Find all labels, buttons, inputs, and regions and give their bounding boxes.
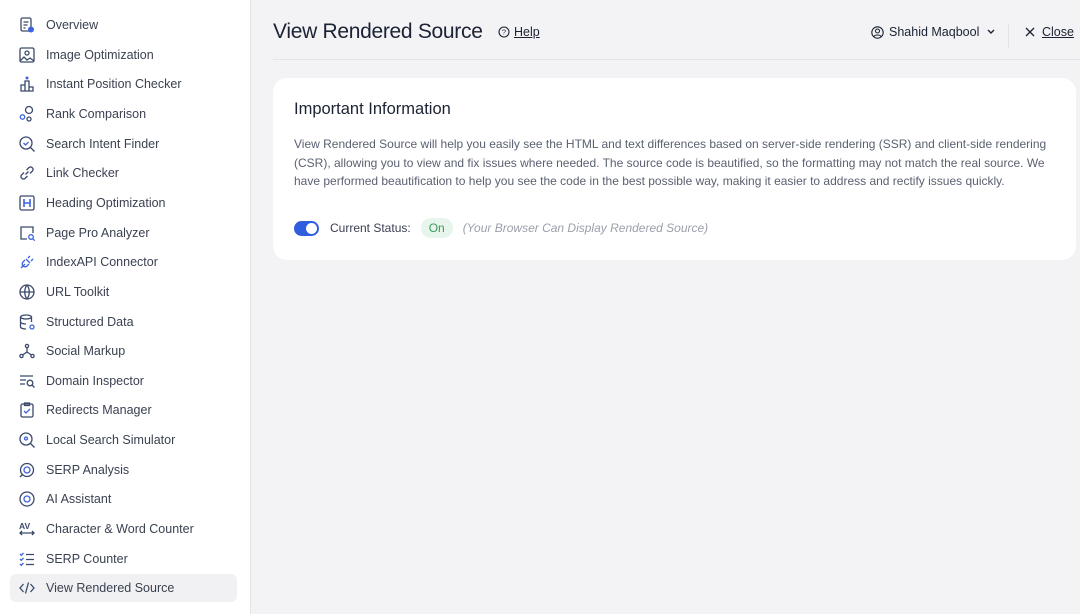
help-link[interactable]: ? Help	[498, 25, 540, 39]
help-label: Help	[514, 25, 540, 39]
svg-text:?: ?	[502, 28, 506, 37]
header-divider	[273, 59, 1080, 60]
card-title: Important Information	[294, 100, 451, 118]
podium-icon	[18, 75, 36, 93]
status-label: Current Status:	[330, 221, 411, 235]
page-title: View Rendered Source	[273, 20, 483, 43]
sidebar-item-indexapi-connector[interactable]: IndexAPI Connector	[10, 248, 237, 276]
sidebar-item-serp-counter[interactable]: SERP Counter	[10, 545, 237, 573]
serp-icon	[18, 461, 36, 479]
sidebar-item-label: Link Checker	[46, 166, 119, 181]
status-badge: On	[420, 218, 453, 238]
sidebar-item-domain-inspector[interactable]: Domain Inspector	[10, 367, 237, 395]
status-row: Current Status: On (Your Browser Can Dis…	[294, 218, 708, 238]
sidebar-item-rank-comparison[interactable]: Rank Comparison	[10, 100, 237, 128]
sidebar-item-link-checker[interactable]: Link Checker	[10, 159, 237, 187]
card-description: View Rendered Source will help you easil…	[294, 137, 1047, 189]
globe-icon	[18, 283, 36, 301]
user-icon	[871, 25, 884, 39]
info-card: Important Information View Rendered Sour…	[273, 78, 1076, 260]
location-search-icon	[18, 431, 36, 449]
rank-compare-icon	[18, 105, 36, 123]
clipboard-icon	[18, 401, 36, 419]
share-icon	[18, 342, 36, 360]
heading-icon	[18, 194, 36, 212]
overview-icon	[18, 16, 36, 34]
search-check-icon	[18, 135, 36, 153]
status-toggle[interactable]	[294, 220, 319, 236]
sidebar-item-label: Structured Data	[46, 314, 134, 329]
close-icon	[1025, 27, 1035, 37]
help-icon: ?	[498, 26, 510, 38]
sidebar-item-label: Search Intent Finder	[46, 136, 160, 151]
close-button[interactable]: Close	[1025, 25, 1074, 39]
sidebar-item-label: Social Markup	[46, 344, 126, 359]
divider	[1008, 24, 1009, 48]
sidebar-item-label: Overview	[46, 18, 99, 32]
sidebar-item-label: SERP Analysis	[46, 462, 130, 477]
sidebar-item-local-search-simulator[interactable]: Local Search Simulator	[10, 426, 237, 454]
sidebar-item-label: Domain Inspector	[46, 373, 144, 388]
sidebar-item-label: View Rendered Source	[46, 581, 175, 596]
sidebar-item-label: Heading Optimization	[46, 195, 166, 210]
sidebar-item-label: Redirects Manager	[46, 403, 152, 418]
sidebar-item-heading-optimization[interactable]: Heading Optimization	[10, 189, 237, 217]
sidebar-item-social-markup[interactable]: Social Markup	[10, 337, 237, 365]
user-name: Shahid Maqbool	[889, 25, 980, 39]
plug-icon	[18, 253, 36, 271]
link-icon	[18, 164, 36, 182]
code-icon	[18, 579, 36, 597]
image-icon	[18, 46, 36, 64]
sidebar: Overview Image Optimization Instant Positi…	[0, 0, 251, 614]
sidebar-item-search-intent-finder[interactable]: Search Intent Finder	[10, 130, 237, 158]
sidebar-item-character-word-counter[interactable]: AV Character & Word Counter	[10, 515, 237, 543]
ai-icon	[18, 490, 36, 508]
sidebar-item-label: SERP Counter	[46, 551, 128, 566]
sidebar-item-url-toolkit[interactable]: URL Toolkit	[10, 278, 237, 306]
page-search-icon	[18, 224, 36, 242]
sidebar-item-label: URL Toolkit	[46, 284, 110, 299]
sidebar-item-page-pro-analyzer[interactable]: Page Pro Analyzer	[10, 219, 237, 247]
sidebar-item-instant-position-checker[interactable]: Instant Position Checker	[10, 70, 237, 98]
sidebar-item-structured-data[interactable]: Structured Data	[10, 308, 237, 336]
sidebar-item-label: Image Optimization	[46, 47, 154, 62]
sidebar-item-view-rendered-source[interactable]: View Rendered Source	[10, 574, 237, 603]
database-icon	[18, 313, 36, 331]
sidebar-item-label: AI Assistant	[46, 492, 112, 507]
sidebar-item-ai-assistant[interactable]: AI Assistant	[10, 485, 237, 513]
sidebar-item-redirects-manager[interactable]: Redirects Manager	[10, 396, 237, 424]
status-note: (Your Browser Can Display Rendered Sourc…	[462, 221, 709, 235]
sidebar-item-label: Page Pro Analyzer	[46, 225, 150, 240]
sidebar-item-overview[interactable]: Overview	[10, 11, 237, 39]
svg-text:AV: AV	[19, 521, 31, 531]
sidebar-item-serp-analysis[interactable]: SERP Analysis	[10, 456, 237, 484]
chevron-down-icon	[987, 29, 995, 34]
user-menu[interactable]: Shahid Maqbool	[871, 25, 998, 39]
close-label: Close	[1042, 25, 1074, 39]
main-panel: View Rendered Source ? Help Shahid Maqbo…	[251, 0, 1080, 614]
list-search-icon	[18, 372, 36, 390]
checklist-icon	[18, 550, 36, 568]
sidebar-item-label: IndexAPI Connector	[46, 255, 158, 270]
sidebar-item-label: Instant Position Checker	[46, 77, 182, 92]
av-icon: AV	[18, 520, 36, 538]
sidebar-item-label: Character & Word Counter	[46, 522, 194, 537]
sidebar-item-label: Rank Comparison	[46, 106, 147, 121]
sidebar-item-image-optimization[interactable]: Image Optimization	[10, 41, 237, 69]
sidebar-item-label: Local Search Simulator	[46, 433, 176, 448]
